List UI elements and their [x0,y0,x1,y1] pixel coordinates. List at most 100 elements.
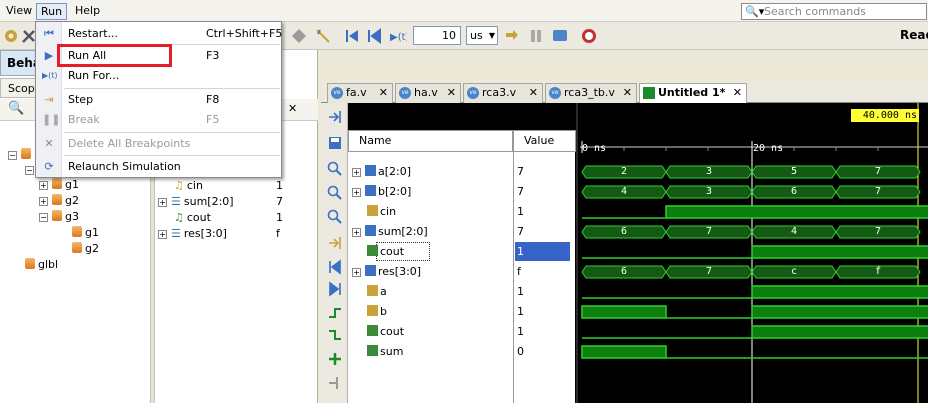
pause-icon[interactable] [527,27,545,45]
prev-transition-icon[interactable] [327,305,343,321]
save-icon[interactable] [327,135,343,151]
signal-value: f [517,265,521,278]
object-name: res[3:0] [183,227,227,240]
tab-rca3-tb-v[interactable]: ve rca3_tb.v ✕ [545,83,637,103]
expand-icon[interactable]: + [352,228,361,237]
search-placeholder: Search commands [764,5,866,18]
menu-run[interactable]: Run [36,3,68,20]
tree-row-g3-g1[interactable]: g1 [72,225,99,241]
close-icon[interactable]: ✕ [447,84,456,102]
marker-icon[interactable] [314,27,332,45]
diamond-icon[interactable] [290,27,308,45]
signal-row-b-bit[interactable]: b [367,303,387,321]
menu-item-break[interactable]: Break [68,111,100,129]
waveform-canvas[interactable]: 0 ns 20 ns 2 3 5 7 4 3 6 7 6 7 4 7 6 7 c… [576,103,928,403]
bus-icon [365,265,376,276]
bus-icon: ☰ [171,227,181,240]
object-row[interactable]: ♫ cin [162,178,203,194]
marker-prev-icon[interactable] [327,375,343,391]
run-for-icon[interactable]: ▶(t) [389,27,407,45]
verilog-icon: ve [399,87,411,99]
relaunch-icon[interactable] [551,27,569,45]
bus-value-label: 3 [705,186,713,197]
tab-fa-v[interactable]: ve fa.v ✕ [327,83,393,103]
signal-name: cout [380,325,405,338]
run-for-icon: ▶(t) [42,71,58,80]
menu-item-relaunch[interactable]: Relaunch Simulation [68,158,181,176]
menu-item-step[interactable]: Step [68,91,93,109]
cursor-icon[interactable] [327,109,343,125]
tab-ha-v[interactable]: ve ha.v ✕ [395,83,461,103]
go-start-icon[interactable] [343,27,361,45]
go-last-icon[interactable] [327,281,343,297]
signal-row-cin[interactable]: cin [367,203,396,221]
step-icon[interactable] [503,27,521,45]
tab-rca3-v[interactable]: ve rca3.v ✕ [463,83,543,103]
menu-view[interactable]: View [2,3,36,20]
tree-row-g1[interactable]: + g1 [39,177,79,193]
menu-item-delete-breakpoints[interactable]: Delete All Breakpoints [68,135,190,153]
signal-row-sum[interactable]: + sum[2:0] [352,223,428,241]
tree-row-g2[interactable]: + g2 [39,193,79,209]
close-icon[interactable]: ✕ [733,84,742,102]
signal-row-a[interactable]: + a[2:0] [352,163,411,181]
help-bubble-icon[interactable] [580,27,598,45]
verilog-icon: ve [549,87,561,99]
time-unit-select[interactable]: us ▼ [466,26,498,45]
settings-icon[interactable] [2,27,20,45]
signal-value: 1 [517,245,524,258]
value-column-header[interactable]: Value [513,130,576,152]
expand-icon[interactable]: + [158,198,167,207]
tree-row-root[interactable]: − [8,147,34,163]
object-row[interactable]: + ☰ sum[2:0] [158,194,234,210]
run-until-icon[interactable] [366,27,384,45]
add-marker-icon[interactable] [327,351,343,367]
tree-row-g3-g2[interactable]: g2 [72,241,99,257]
signal-name: b[2:0] [378,185,412,198]
signal-row-res[interactable]: + res[3:0] [352,263,421,281]
signal-row-b[interactable]: + b[2:0] [352,183,411,201]
search-input[interactable]: 🔍▾ Search commands [741,3,927,20]
tree-row-g3[interactable]: − g3 [39,209,79,225]
tab-label: ha.v [414,86,438,99]
collapse-icon[interactable]: − [39,213,48,222]
goto-cursor-icon[interactable] [327,235,343,251]
expand-icon[interactable]: + [352,188,361,197]
object-row[interactable]: + ☰ res[3:0] [158,226,227,242]
menu-item-restart[interactable]: Restart... [68,25,118,43]
go-first-icon[interactable] [327,259,343,275]
search-icon[interactable]: 🔍 [8,101,24,116]
tab-untitled-1[interactable]: Untitled 1* ✕ [639,83,747,103]
signal-row-sum-bit[interactable]: sum [367,343,403,361]
menu-item-run-for[interactable]: Run For... [68,67,119,85]
signal-row-a-bit[interactable]: a [367,283,387,301]
close-icon[interactable]: ✕ [379,84,388,102]
zoom-fit-icon[interactable] [327,209,343,225]
bus-value-label: 5 [790,166,798,177]
wire-icon [367,205,378,216]
close-icon[interactable]: ✕ [288,102,297,115]
expand-icon[interactable]: + [39,181,48,190]
close-icon[interactable]: ✕ [623,84,632,102]
expand-icon[interactable]: + [158,230,167,239]
expand-icon[interactable]: + [352,268,361,277]
tree-row-glbl[interactable]: glbl [25,257,58,273]
signal-row-cout-bit[interactable]: cout [367,323,404,341]
object-row[interactable]: ♫ cout [162,210,211,226]
expand-icon[interactable]: + [352,168,361,177]
close-icon[interactable]: ✕ [529,84,538,102]
signal-row-cout[interactable]: cout [367,243,404,261]
time-unit-value: us [470,29,483,42]
run-time-input[interactable]: 10 [413,26,461,45]
expand-icon[interactable]: + [39,197,48,206]
zoom-in-icon[interactable] [327,161,343,177]
next-transition-icon[interactable] [327,327,343,343]
menu-help[interactable]: Help [71,3,104,20]
bus-value-label: 6 [620,226,628,237]
bus-icon: ☰ [171,195,181,208]
name-column-header[interactable]: Name [348,130,513,152]
tab-scope[interactable]: Scope [0,78,42,98]
collapse-icon[interactable]: − [8,151,17,160]
zoom-out-icon[interactable] [327,185,343,201]
collapse-icon[interactable]: − [25,166,34,175]
